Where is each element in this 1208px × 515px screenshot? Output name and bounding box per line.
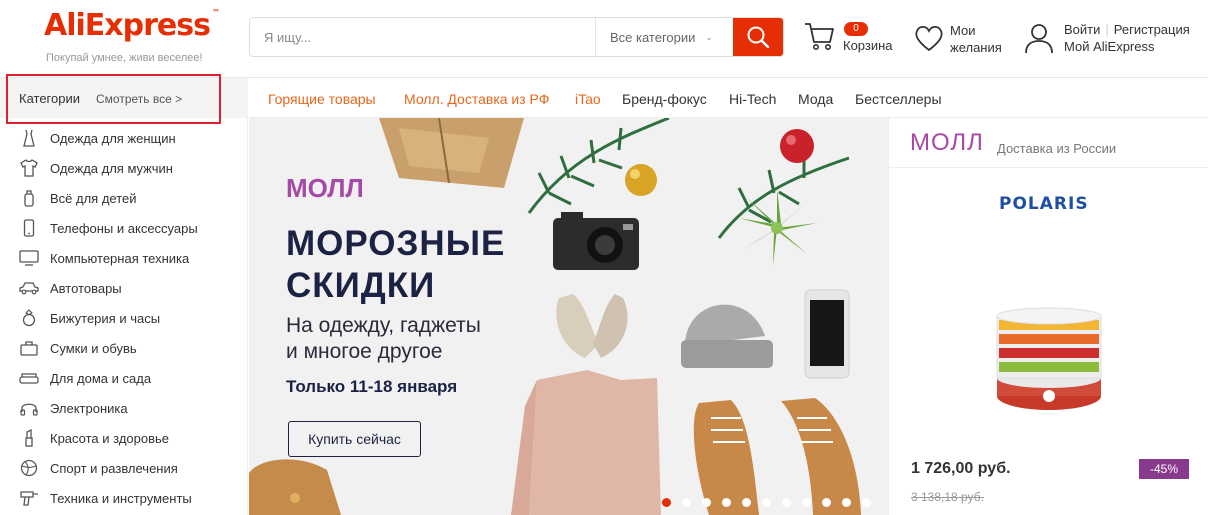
- sidebar-item-label: Для дома и сада: [50, 370, 152, 386]
- search-bar: Все категории ⌄: [249, 17, 784, 57]
- sidebar-item-sport[interactable]: Спорт и развлечения: [18, 453, 178, 483]
- sidebar-item-label: Телефоны и аксессуары: [50, 220, 198, 236]
- shirt-icon: [18, 159, 40, 177]
- divider: |: [1105, 22, 1109, 37]
- slider-dot[interactable]: [862, 498, 871, 507]
- bag-icon: [18, 339, 40, 357]
- slider-dot[interactable]: [662, 498, 671, 507]
- slider-dot[interactable]: [802, 498, 811, 507]
- nav-item-hi-tech[interactable]: Hi-Tech: [729, 91, 776, 107]
- aliexpress-logo[interactable]: AliExpress ™: [44, 8, 220, 43]
- sidebar-item-label: Техника и инструменты: [50, 490, 192, 506]
- slider-dot[interactable]: [682, 498, 691, 507]
- headphones-icon: [18, 399, 40, 417]
- dress-icon: [18, 129, 40, 147]
- search-input[interactable]: [250, 18, 595, 56]
- nav-item-brand-focus[interactable]: Бренд-фокус: [622, 91, 707, 107]
- nav-item-bestsellers[interactable]: Бестселлеры: [855, 91, 942, 107]
- phone-icon: [18, 219, 40, 237]
- search-icon: [747, 26, 770, 49]
- sidebar-item-electronics[interactable]: Электроника: [18, 393, 128, 423]
- mall-panel-header: МОЛЛ Доставка из России: [889, 118, 1208, 168]
- buy-now-button[interactable]: Купить сейчас: [288, 421, 421, 457]
- cart-count-badge: 0: [844, 22, 868, 36]
- banner-dates: Только 11-18 января: [286, 377, 458, 396]
- slider-dot[interactable]: [842, 498, 851, 507]
- sidebar-item-label: Красота и здоровье: [50, 430, 170, 446]
- slider-dot[interactable]: [782, 498, 791, 507]
- ring-icon: [18, 309, 40, 327]
- highlight-box: [6, 74, 221, 124]
- nav-item-mall-rf[interactable]: Молл. Доставка из РФ: [404, 91, 549, 107]
- sidebar-item-label: Одежда для женщин: [50, 130, 176, 146]
- sidebar-item-home-garden[interactable]: Для дома и сада: [18, 363, 151, 393]
- product-price: 1 726,00 руб.: [911, 460, 1011, 477]
- top-nav: Горящие товары Молл. Доставка из РФ iTao…: [249, 78, 1208, 118]
- heart-icon: [915, 25, 943, 52]
- product-image[interactable]: [989, 296, 1109, 416]
- sidebar-item-label: Сумки и обувь: [50, 340, 137, 356]
- slider-dot[interactable]: [722, 498, 731, 507]
- sidebar-item-beauty[interactable]: Красота и здоровье: [18, 423, 169, 453]
- register-link[interactable]: Регистрация: [1114, 22, 1190, 37]
- discount-badge: -45%: [1139, 459, 1189, 479]
- banner-subtitle: На одежду, гаджеты и многое другое: [286, 314, 481, 363]
- banner-mall-label: МОЛЛ: [286, 173, 364, 203]
- promo-banner[interactable]: МОЛЛ МОРОЗНЫЕ СКИДКИ На одежду, гаджеты …: [249, 118, 888, 515]
- chevron-down-icon: ⌄: [705, 31, 713, 42]
- nav-item-itao[interactable]: iTao: [575, 91, 601, 107]
- nav-item-fashion[interactable]: Мода: [798, 91, 833, 107]
- sidebar-item-women-clothing[interactable]: Одежда для женщин: [18, 123, 176, 153]
- sidebar-item-bags[interactable]: Сумки и обувь: [18, 333, 137, 363]
- ball-icon: [18, 459, 40, 477]
- mall-subtitle: Доставка из России: [997, 141, 1117, 156]
- slider-dot[interactable]: [822, 498, 831, 507]
- drill-icon: [18, 489, 40, 507]
- sidebar-item-men-clothing[interactable]: Одежда для мужчин: [18, 153, 173, 183]
- monitor-icon: [18, 249, 40, 267]
- sidebar-item-auto[interactable]: Автотовары: [18, 273, 122, 303]
- banner-title: МОРОЗНЫЕ СКИДКИ: [286, 224, 506, 305]
- sidebar-item-jewelry[interactable]: Бижутерия и часы: [18, 303, 160, 333]
- user-icon: [1025, 24, 1053, 54]
- sidebar-item-phones[interactable]: Телефоны и аксессуары: [18, 213, 198, 243]
- mall-title[interactable]: МОЛЛ: [910, 129, 984, 157]
- mall-panel: МОЛЛ Доставка из России POLARIS 1 726,00…: [888, 118, 1208, 515]
- nav-item-hot-deals[interactable]: Горящие товары: [268, 91, 376, 107]
- bottle-icon: [18, 189, 40, 207]
- wishlist-label-line1: Мои: [950, 23, 976, 38]
- sidebar-item-label: Компьютерная техника: [50, 250, 190, 266]
- slogan: Покупай умнее, живи веселее!: [46, 52, 203, 64]
- sofa-icon: [18, 369, 40, 387]
- header: AliExpress ™ Покупай умнее, живи веселее!…: [0, 0, 1208, 78]
- sidebar-item-label: Одежда для мужчин: [50, 160, 173, 176]
- lipstick-icon: [18, 429, 40, 447]
- slider-dot[interactable]: [742, 498, 751, 507]
- category-select-label: Все категории: [610, 29, 696, 45]
- my-aliexpress-link[interactable]: Мой AliExpress: [1064, 39, 1155, 54]
- cart-icon: [805, 23, 834, 50]
- brand-logo[interactable]: POLARIS: [999, 194, 1089, 214]
- car-icon: [18, 279, 40, 297]
- sidebar-item-tools[interactable]: Техника и инструменты: [18, 483, 192, 513]
- slider-dots: [662, 498, 882, 507]
- search-button[interactable]: [733, 18, 783, 56]
- category-select[interactable]: Все категории ⌄: [595, 18, 733, 56]
- product-old-price: 3 138,18 руб.: [911, 490, 984, 504]
- slider-dot[interactable]: [762, 498, 771, 507]
- sidebar-item-kids[interactable]: Всё для детей: [18, 183, 137, 213]
- sidebar-item-label: Электроника: [50, 400, 128, 416]
- wishlist-label-line2: желания: [950, 40, 1002, 55]
- slider-dot[interactable]: [702, 498, 711, 507]
- cart-label: Корзина: [843, 38, 893, 53]
- sidebar-item-computers[interactable]: Компьютерная техника: [18, 243, 189, 273]
- login-link[interactable]: Войти: [1064, 22, 1100, 37]
- category-sidebar: Одежда для женщин Одежда для мужчин Всё …: [0, 118, 248, 515]
- sidebar-item-label: Спорт и развлечения: [50, 460, 178, 476]
- sidebar-item-label: Всё для детей: [50, 190, 137, 206]
- sidebar-item-label: Бижутерия и часы: [50, 310, 161, 326]
- sidebar-item-label: Автотовары: [50, 280, 122, 296]
